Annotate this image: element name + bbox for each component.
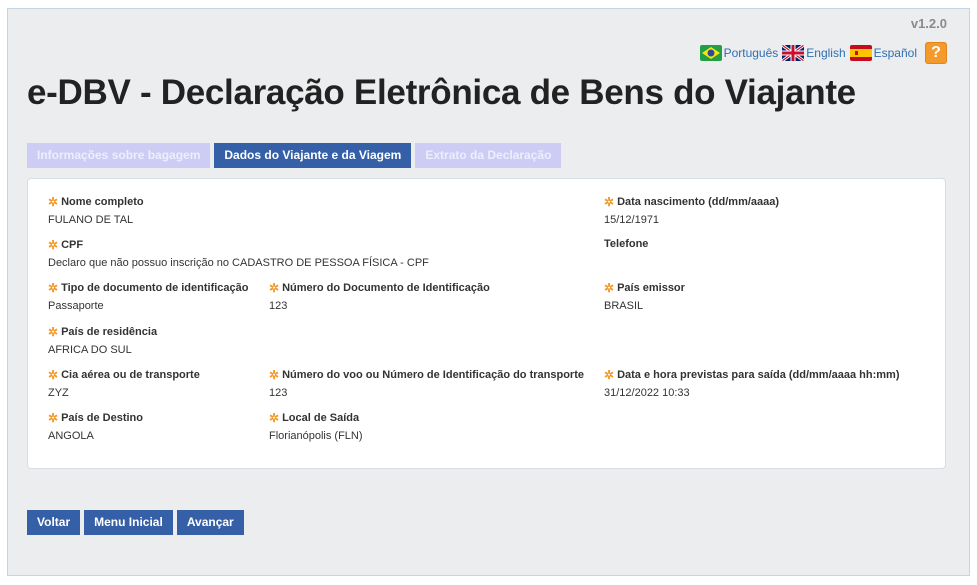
- required-icon: ✲: [48, 238, 59, 252]
- language-en-label: English: [806, 46, 846, 60]
- field-cpf: ✲ CPF Declaro que não possuo inscrição no…: [48, 238, 429, 269]
- field-pais-destino: ✲ País de Destino ANGOLA: [48, 411, 143, 442]
- required-icon: ✲: [48, 281, 59, 295]
- field-label: País emissor: [617, 282, 685, 294]
- language-es-link[interactable]: Español: [849, 45, 917, 61]
- field-label: Local de Saída: [282, 412, 360, 424]
- language-es-label: Español: [873, 46, 917, 60]
- field-label: Data nascimento (dd/mm/aaaa): [617, 196, 780, 208]
- required-icon: ✲: [269, 411, 280, 425]
- field-numero-documento: ✲ Número do Documento de Identificação 12…: [269, 281, 490, 312]
- field-label: Número do Documento de Identificação: [282, 282, 490, 294]
- uk-flag-icon: [782, 45, 805, 61]
- field-value: ANGOLA: [48, 430, 94, 442]
- required-icon: ✲: [48, 411, 59, 425]
- version-label: v1.2.0: [910, 16, 947, 31]
- field-local-saida: ✲ Local de Saída Florianópolis (FLN): [269, 411, 363, 442]
- field-label: Data e hora previstas para saída (dd/mm/…: [617, 369, 900, 381]
- required-icon: ✲: [269, 368, 280, 382]
- field-nome: ✲ Nome completo FULANO DE TAL: [48, 195, 144, 226]
- field-label: País de Destino: [61, 412, 143, 424]
- field-numero-voo: ✲ Número do voo ou Número de Identificaçã…: [269, 368, 584, 399]
- field-value: Florianópolis (FLN): [269, 430, 363, 442]
- field-value: BRASIL: [604, 300, 644, 312]
- field-value: 123: [269, 300, 288, 312]
- field-telefone: Telefone: [604, 238, 648, 255]
- field-label: Cia aérea ou de transporte: [61, 369, 200, 381]
- traveler-data-panel: ✲ Nome completo FULANO DE TAL ✲ Data nasci…: [27, 178, 946, 469]
- required-icon: ✲: [604, 281, 615, 295]
- next-button[interactable]: Avançar: [176, 510, 244, 535]
- field-tipo-documento: ✲ Tipo de documento de identificação Pass…: [48, 281, 249, 312]
- language-en-link[interactable]: English: [782, 45, 846, 61]
- tab-extrato[interactable]: Extrato da Declaração: [415, 143, 562, 168]
- field-pais-residencia: ✲ País de residência AFRICA DO SUL: [48, 325, 157, 356]
- field-label: País de residência: [61, 326, 158, 338]
- field-value: Passaporte: [48, 300, 104, 312]
- required-icon: ✲: [48, 195, 59, 209]
- required-icon: ✲: [269, 281, 280, 295]
- field-data-saida: ✲ Data e hora previstas para saída (dd/mm…: [604, 368, 900, 399]
- back-button[interactable]: Voltar: [27, 510, 81, 535]
- page-container: v1.2.0 Português English Español ? e-DBV…: [7, 8, 970, 576]
- tab-bagagem[interactable]: Informações sobre bagagem: [27, 143, 211, 168]
- field-label: CPF: [61, 239, 84, 251]
- language-selector: Português English Español ?: [696, 42, 947, 64]
- main-menu-button[interactable]: Menu Inicial: [84, 510, 173, 535]
- language-pt-label: Português: [723, 46, 779, 60]
- required-icon: ✲: [48, 325, 59, 339]
- page-title: e-DBV - Declaração Eletrônica de Bens do…: [27, 73, 856, 112]
- spain-flag-icon: [849, 45, 872, 61]
- field-value: Declaro que não possuo inscrição no CADA…: [48, 257, 429, 269]
- field-value: AFRICA DO SUL: [48, 344, 132, 356]
- field-nascimento: ✲ Data nascimento (dd/mm/aaaa) 15/12/1971: [604, 195, 779, 226]
- field-label: Nome completo: [61, 196, 144, 208]
- field-value: 31/12/2022 10:33: [604, 387, 690, 399]
- required-icon: ✲: [604, 195, 615, 209]
- tab-dados-viajante[interactable]: Dados do Viajante e da Viagem: [214, 143, 412, 168]
- required-icon: ✲: [48, 368, 59, 382]
- language-pt-link[interactable]: Português: [699, 45, 779, 61]
- brazil-flag-icon: [699, 45, 722, 61]
- tab-bar: Informações sobre bagagem Dados do Viaja…: [27, 143, 565, 168]
- field-cia-aerea: ✲ Cia aérea ou de transporte ZYZ: [48, 368, 200, 399]
- field-pais-emissor: ✲ País emissor BRASIL: [604, 281, 685, 312]
- field-value: ZYZ: [48, 387, 69, 399]
- action-buttons: Voltar Menu Inicial Avançar: [27, 510, 248, 535]
- field-label: Tipo de documento de identificação: [61, 282, 249, 294]
- field-value: 15/12/1971: [604, 214, 660, 226]
- field-value: FULANO DE TAL: [48, 214, 134, 226]
- help-icon[interactable]: ?: [925, 42, 947, 64]
- required-icon: ✲: [604, 368, 615, 382]
- field-label: Número do voo ou Número de Identificação…: [282, 369, 584, 381]
- field-label: Telefone: [604, 238, 649, 250]
- field-value: 123: [269, 387, 288, 399]
